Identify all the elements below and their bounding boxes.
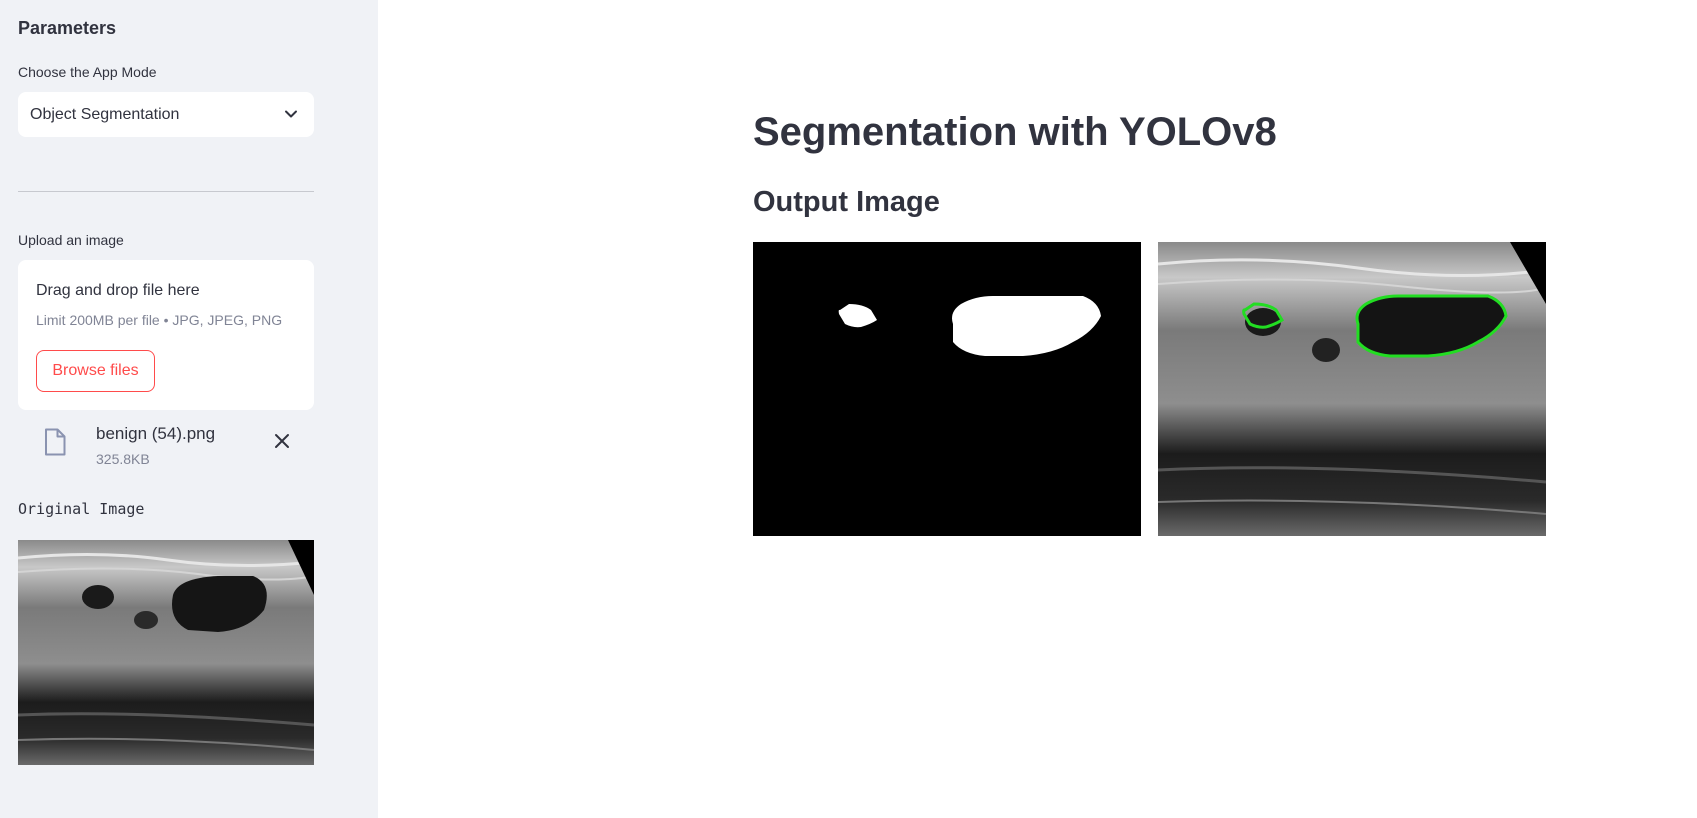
app-mode-value: Object Segmentation [30, 105, 180, 123]
browse-files-button[interactable]: Browse files [36, 350, 155, 392]
segmentation-mask-image [753, 242, 1141, 536]
sidebar-title: Parameters [18, 18, 117, 38]
page-title: Segmentation with YOLOv8 [753, 110, 1277, 154]
dropzone-limit-text: Limit 200MB per file • JPG, JPEG, PNG [36, 312, 283, 328]
output-image-heading: Output Image [753, 186, 940, 218]
dropzone-instruction: Drag and drop file here [36, 282, 200, 299]
sidebar: Parameters Choose the App Mode Object Se… [0, 0, 378, 818]
original-image-caption: Original Image [18, 500, 145, 518]
close-icon[interactable] [273, 432, 291, 450]
file-icon [45, 428, 66, 456]
app-mode-label: Choose the App Mode [18, 64, 157, 80]
uploaded-file-size: 325.8KB [96, 451, 150, 467]
file-dropzone[interactable]: Drag and drop file here Limit 200MB per … [18, 260, 314, 410]
app-mode-select[interactable]: Object Segmentation [18, 92, 314, 137]
upload-label: Upload an image [18, 232, 124, 248]
chevron-down-icon [285, 110, 297, 118]
segmentation-overlay-image [1158, 242, 1546, 536]
uploaded-file-name: benign (54).png [96, 424, 216, 443]
sidebar-divider [18, 191, 314, 192]
uploaded-file-item: benign (54).png 325.8KB [18, 420, 314, 470]
original-ultrasound-image [18, 540, 314, 765]
